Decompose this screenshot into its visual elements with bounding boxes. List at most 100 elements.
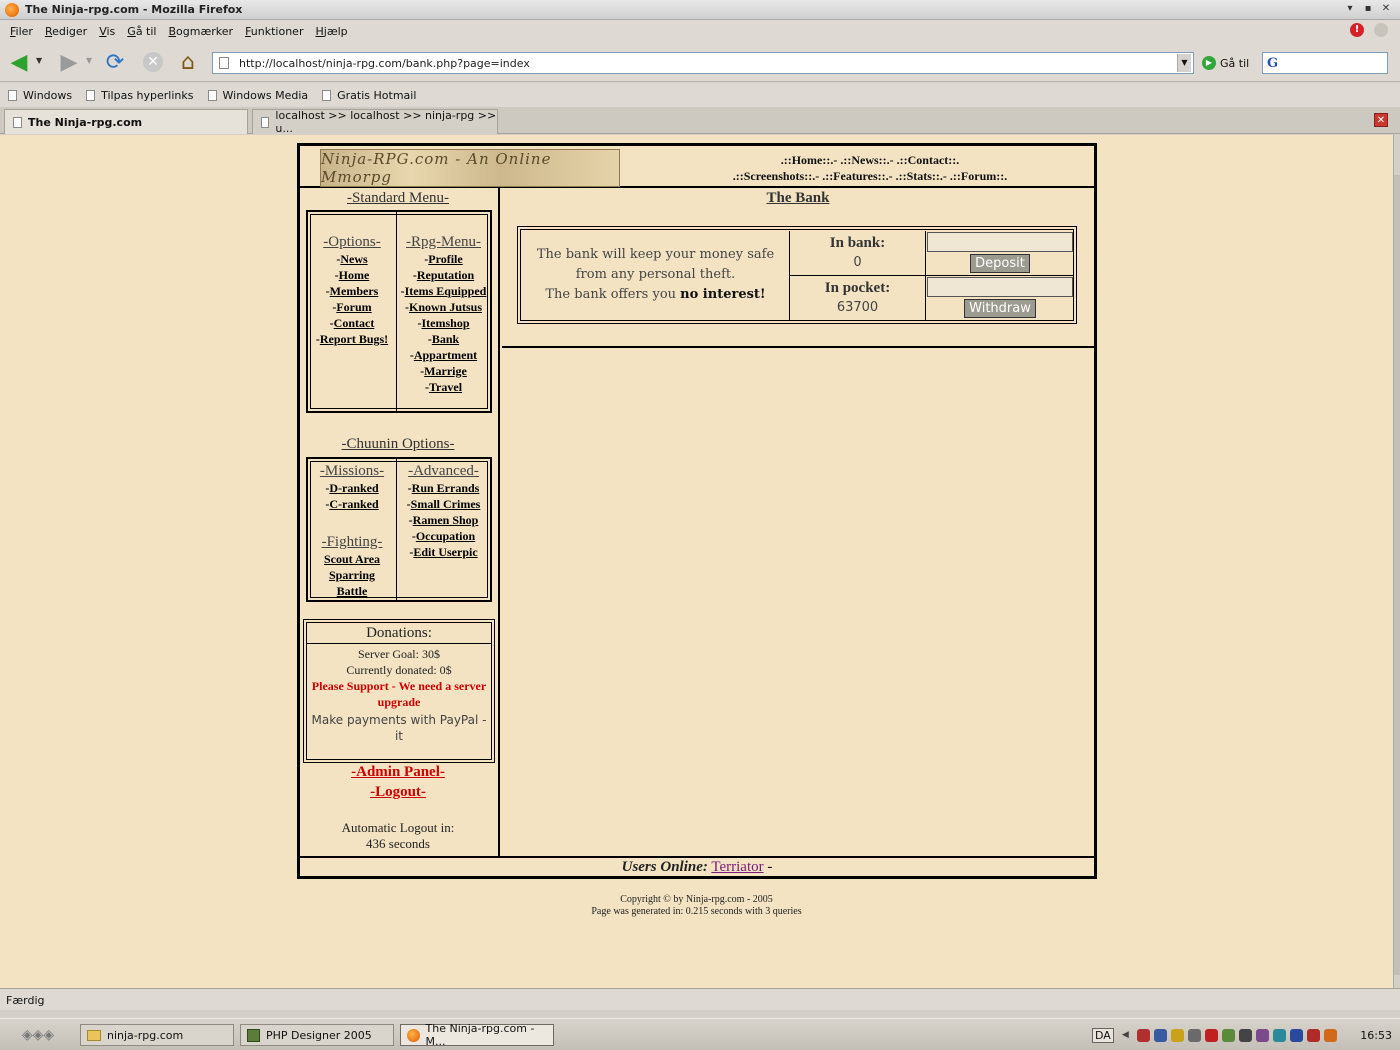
bookmark-windows[interactable]: Windows <box>8 89 72 102</box>
menu-help[interactable]: Hjælp <box>309 25 353 38</box>
tray-drive-icon[interactable] <box>1187 1028 1201 1042</box>
menu-link-report-bugs[interactable]: -Report Bugs! <box>308 331 396 347</box>
page-content: Ninja-RPG.com - An Online Mmorpg .::Home… <box>0 135 1393 988</box>
menu-link-forum[interactable]: -Forum <box>308 299 396 315</box>
tray-sync-icon[interactable] <box>1272 1028 1286 1042</box>
page-icon <box>86 89 96 101</box>
bank-title: The Bank <box>766 190 830 206</box>
tray-globe-icon[interactable] <box>1170 1028 1184 1042</box>
auto-logout-value: 436 seconds <box>366 836 430 851</box>
menu-link-appartment[interactable]: -Appartment <box>397 347 490 363</box>
minimize-icon[interactable]: ▾ <box>1344 3 1356 15</box>
menu-link-c-ranked[interactable]: -C-ranked <box>308 496 396 512</box>
tab-bar: The Ninja-rpg.com localhost >> localhost… <box>0 107 1400 135</box>
tray-ati-icon[interactable] <box>1204 1028 1218 1042</box>
menu-link-members[interactable]: -Members <box>308 283 396 299</box>
admin-panel-link[interactable]: -Admin Panel- <box>300 764 496 781</box>
menu-link-battle[interactable]: Battle <box>308 583 396 599</box>
in-pocket-label: In pocket: <box>824 280 891 296</box>
menu-link-home[interactable]: -Home <box>308 267 396 283</box>
taskbar-item-firefox[interactable]: The Ninja-rpg.com - M... <box>400 1022 554 1048</box>
menu-link-items-equipped[interactable]: -Items Equipped <box>397 283 490 299</box>
tray-expand-icon[interactable]: ◀ <box>1122 1030 1129 1040</box>
menu-link-contact[interactable]: -Contact <box>308 315 396 331</box>
menu-edit[interactable]: Rediger <box>39 25 93 38</box>
tray-tool-icon[interactable] <box>1221 1028 1235 1042</box>
menu-link-known-jutsus[interactable]: -Known Jutsus <box>397 299 490 315</box>
go-button[interactable]: ▶ Gå til <box>1202 56 1249 70</box>
start-button[interactable]: ◈◈◈ <box>8 1023 68 1047</box>
menu-view[interactable]: Vis <box>93 25 121 38</box>
vertical-scrollbar[interactable] <box>1393 135 1400 988</box>
logout-link[interactable]: -Logout- <box>300 784 496 801</box>
paypal-text[interactable]: Make payments with PayPal - it <box>307 712 491 744</box>
back-button[interactable]: ◀ <box>6 50 32 75</box>
menu-link-scout-area[interactable]: Scout Area <box>308 551 396 567</box>
menu-tools[interactable]: Funktioner <box>239 25 309 38</box>
tray-monitor-icon[interactable] <box>1238 1028 1252 1042</box>
back-dropdown-icon[interactable]: ▼ <box>36 56 42 65</box>
menu-link-d-ranked[interactable]: -D-ranked <box>308 480 396 496</box>
menu-link-profile[interactable]: -Profile <box>397 251 490 267</box>
advanced-heading: -Advanced- <box>408 463 479 479</box>
tray-misc-icon[interactable] <box>1323 1028 1337 1042</box>
url-dropdown-icon[interactable]: ▼ <box>1177 54 1191 72</box>
topnav-line2[interactable]: .::Screenshots::.- .::Features::.- .::St… <box>660 168 1080 184</box>
bookmark-customize-links[interactable]: Tilpas hyperlinks <box>86 89 194 102</box>
tab-ninja-rpg[interactable]: The Ninja-rpg.com <box>4 109 248 134</box>
tray-bluetooth-icon[interactable] <box>1289 1028 1303 1042</box>
menu-bookmarks[interactable]: Bogmærker <box>162 25 239 38</box>
topnav-line1[interactable]: .::Home::.- .::News::.- .::Contact::. <box>660 152 1080 168</box>
menu-link-run-errands[interactable]: -Run Errands <box>397 480 490 496</box>
search-box[interactable]: G <box>1262 52 1388 74</box>
close-tab-icon[interactable]: ✕ <box>1374 113 1388 127</box>
in-bank-value: 0 <box>853 255 862 270</box>
deposit-button[interactable]: Deposit <box>970 254 1030 273</box>
menu-link-travel[interactable]: -Travel <box>397 379 490 395</box>
menu-link-reputation[interactable]: -Reputation <box>397 267 490 283</box>
bookmark-windows-media[interactable]: Windows Media <box>207 89 308 102</box>
menu-go[interactable]: Gå til <box>121 25 162 38</box>
menu-link-itemshop[interactable]: -Itemshop <box>397 315 490 331</box>
bank-description: The bank will keep your money safe from … <box>522 231 790 321</box>
taskbar-item-php-designer[interactable]: PHP Designer 2005 <box>240 1024 394 1046</box>
forward-button[interactable]: ▶ <box>56 50 82 75</box>
home-button[interactable]: ⌂ <box>175 50 201 75</box>
tray-network-icon[interactable] <box>1153 1028 1167 1042</box>
url-input[interactable] <box>237 55 1177 71</box>
maximize-icon[interactable]: ▪ <box>1362 3 1374 15</box>
deposit-amount-input[interactable] <box>927 232 1073 252</box>
tray-util-icon[interactable] <box>1255 1028 1269 1042</box>
close-icon[interactable]: ✕ <box>1380 3 1392 15</box>
menu-link-small-crimes[interactable]: -Small Crimes <box>397 496 490 512</box>
auto-logout-label: Automatic Logout in: <box>341 820 455 835</box>
language-indicator[interactable]: DA <box>1092 1027 1114 1043</box>
reload-button[interactable]: ⟳ <box>102 50 128 75</box>
site-logo[interactable]: Ninja-RPG.com - An Online Mmorpg <box>320 149 620 187</box>
tab-phpmyadmin[interactable]: localhost >> localhost >> ninja-rpg >> u… <box>252 109 498 135</box>
page-icon <box>261 116 270 128</box>
tray-shield-icon[interactable] <box>1306 1028 1320 1042</box>
menu-link-edit-userpic[interactable]: -Edit Userpic <box>397 544 490 560</box>
bookmark-hotmail[interactable]: Gratis Hotmail <box>322 89 416 102</box>
auto-logout: Automatic Logout in: 436 seconds <box>300 820 496 852</box>
url-bar[interactable]: ▼ <box>212 52 1194 74</box>
menu-link-ramen-shop[interactable]: -Ramen Shop <box>397 512 490 528</box>
menu-link-marrige[interactable]: -Marrige <box>397 363 490 379</box>
stop-button[interactable]: ✕ <box>140 50 166 74</box>
firefox-icon <box>407 1028 420 1042</box>
menu-link-news[interactable]: -News <box>308 251 396 267</box>
forward-dropdown-icon[interactable]: ▼ <box>86 56 92 65</box>
online-user-link[interactable]: Terriator <box>711 859 763 875</box>
menu-link-sparring[interactable]: Sparring <box>308 567 396 583</box>
alert-icon[interactable]: ! <box>1350 23 1364 37</box>
taskbar-item-folder[interactable]: ninja-rpg.com <box>80 1024 234 1046</box>
menu-link-occupation[interactable]: -Occupation <box>397 528 490 544</box>
menu-file[interactable]: Filer <box>4 25 39 38</box>
menu-link-bank[interactable]: -Bank <box>397 331 490 347</box>
scrollbar-thumb[interactable] <box>1394 175 1400 975</box>
withdraw-amount-input[interactable] <box>927 277 1073 297</box>
tray-app-icon[interactable] <box>1136 1028 1150 1042</box>
chuunin-options-title: -Chuunin Options- <box>341 436 455 452</box>
withdraw-button[interactable]: Withdraw <box>964 299 1036 318</box>
